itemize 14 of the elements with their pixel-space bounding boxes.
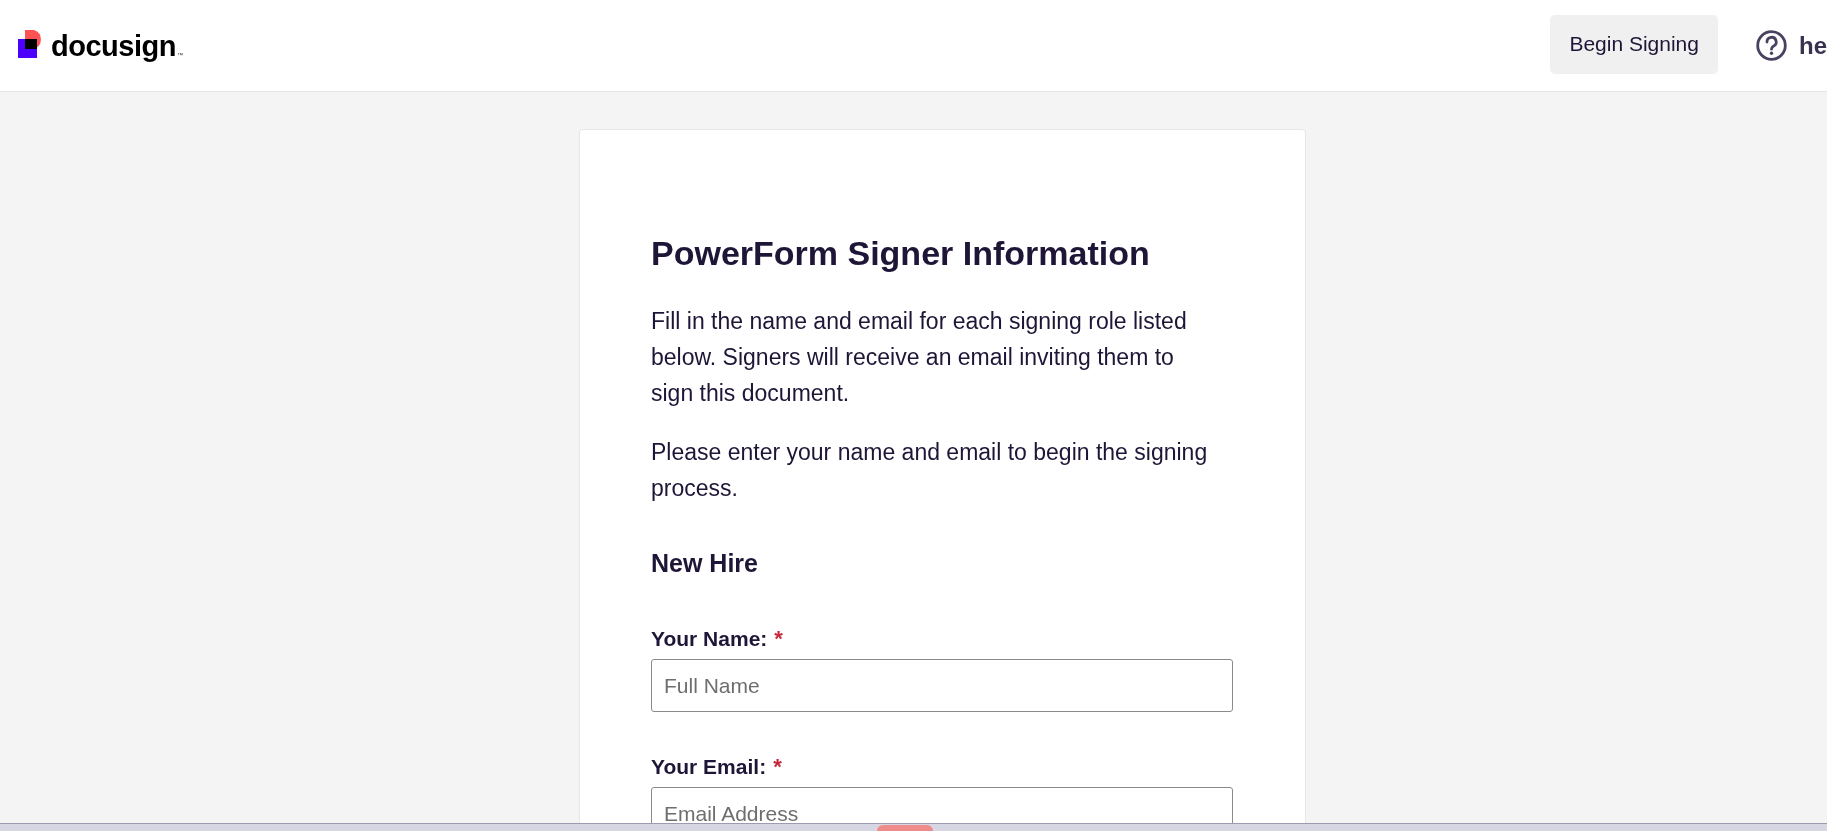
form-title: PowerForm Signer Information (651, 233, 1150, 274)
instruction-text: Fill in the name and email for each signing role listed below. Signers will receive an email inviting them to sign this document. (651, 307, 1188, 408)
field-label: Your Name: (651, 626, 768, 652)
input-field[interactable]: Full Name (651, 659, 1233, 712)
role-heading: New Hire (651, 548, 758, 579)
logo-icon (18, 30, 44, 58)
required-mark: * (774, 625, 783, 653)
required-mark: * (773, 753, 782, 781)
instruction-text: Please enter your name and email to begin the signing process. (651, 438, 1209, 503)
help-icon[interactable] (1756, 30, 1787, 61)
help-link[interactable]: he (1799, 27, 1827, 64)
field-label: Your Email: (651, 754, 767, 780)
logo-wordmark: docusign (51, 28, 176, 64)
begin-signing-button[interactable]: Begin Signing (1550, 14, 1718, 74)
